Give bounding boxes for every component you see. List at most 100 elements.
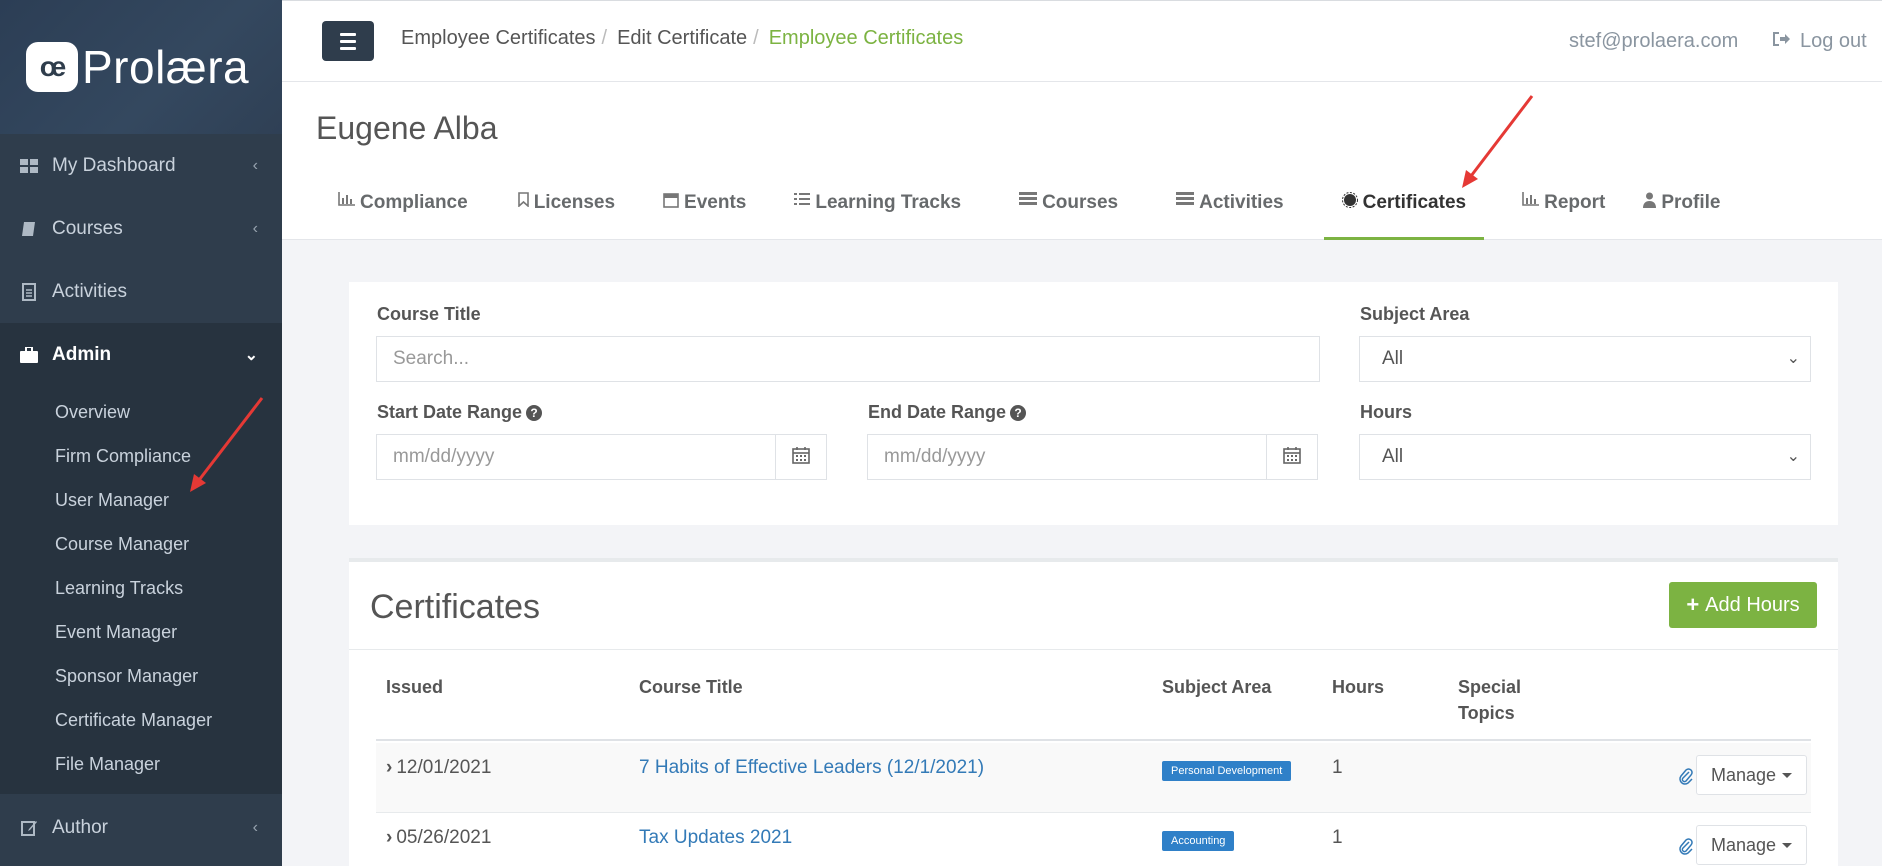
sidebar-item-activities[interactable]: Activities xyxy=(0,260,282,323)
start-date-input[interactable]: mm/dd/yyyy xyxy=(376,434,776,480)
tab-courses[interactable]: Courses xyxy=(979,189,1136,240)
sidebar-subitem-overview[interactable]: Overview xyxy=(0,390,282,434)
chevron-right-icon[interactable]: › xyxy=(386,827,392,848)
sidebar-subitem-course-manager[interactable]: Course Manager xyxy=(0,522,282,566)
sign-out-icon xyxy=(1772,30,1790,53)
end-date-calendar-button[interactable] xyxy=(1266,434,1318,480)
tab-label: Courses xyxy=(1042,192,1119,213)
sidebar-subitem-firm-compliance[interactable]: Firm Compliance xyxy=(0,434,282,478)
column-header-hours[interactable]: Hours xyxy=(1332,674,1384,700)
book-icon xyxy=(18,221,40,237)
tab-learning-tracks[interactable]: Learning Tracks xyxy=(764,189,979,240)
bar-chart-icon xyxy=(338,192,355,206)
chevron-left-icon: ‹ xyxy=(252,818,258,836)
issued-date: 05/26/2021 xyxy=(396,827,492,848)
help-icon[interactable]: ? xyxy=(1010,405,1027,421)
issued-date: 12/01/2021 xyxy=(396,757,492,778)
tab-label: Activities xyxy=(1199,192,1284,213)
start-date-label-text: Start Date Range xyxy=(377,402,523,422)
paperclip-icon[interactable] xyxy=(1679,837,1693,860)
sidebar-subitem-sponsor-manager[interactable]: Sponsor Manager xyxy=(0,654,282,698)
breadcrumb-current: Employee Certificates xyxy=(768,27,964,49)
tab-certificates[interactable]: Certificates xyxy=(1323,189,1485,240)
subject-area-value: All xyxy=(1382,348,1404,369)
sidebar-item-author[interactable]: Author ‹ xyxy=(0,796,282,859)
course-title-label: Course Title xyxy=(377,304,481,324)
sidebar-item-admin[interactable]: Admin ⌄ xyxy=(0,323,282,386)
add-hours-button[interactable]: + Add Hours xyxy=(1669,582,1817,628)
admin-subnav: Overview Firm Compliance User Manager Co… xyxy=(0,386,282,794)
plus-icon: + xyxy=(1686,592,1700,617)
subject-area-label: Subject Area xyxy=(1360,304,1470,324)
table-row[interactable]: › 12/01/2021 7 Habits of Effective Leader… xyxy=(376,743,1811,813)
end-date-input[interactable]: mm/dd/yyyy xyxy=(867,434,1267,480)
certificates-title: Certificates xyxy=(370,588,541,626)
sidebar-subitem-file-manager[interactable]: File Manager xyxy=(0,742,282,786)
employee-header: Eugene Alba Compliance Licenses Events L… xyxy=(282,82,1882,240)
chevron-right-icon[interactable]: › xyxy=(386,757,392,778)
certificate-icon xyxy=(1341,192,1358,208)
bar-chart-icon xyxy=(1522,192,1540,206)
tab-events[interactable]: Events xyxy=(633,189,764,240)
subject-area-badge: Accounting xyxy=(1162,831,1235,851)
course-title-link[interactable]: 7 Habits of Effective Leaders (12/1/2021… xyxy=(639,757,984,779)
calendar-icon xyxy=(1283,446,1301,469)
breadcrumb-separator: / xyxy=(601,27,608,49)
tab-label: Profile xyxy=(1661,192,1721,213)
breadcrumb-item[interactable]: Edit Certificate xyxy=(617,27,747,50)
subject-area-badge: Personal Development xyxy=(1162,761,1292,781)
logout-link[interactable]: Log out xyxy=(1772,30,1867,53)
bookmark-icon xyxy=(517,192,529,207)
tab-activities[interactable]: Activities xyxy=(1136,189,1301,240)
help-icon[interactable]: ? xyxy=(526,405,543,421)
brand-logo[interactable]: œ Prolæra xyxy=(0,0,282,134)
column-header-issued[interactable]: Issued xyxy=(386,674,443,700)
paperclip-icon[interactable] xyxy=(1679,767,1693,790)
dashboard-icon xyxy=(18,158,40,173)
sidebar-item-my-dashboard[interactable]: My Dashboard ‹ xyxy=(0,134,282,197)
end-date-label-text: End Date Range xyxy=(868,402,1007,422)
subject-area-select[interactable]: All ⌄ xyxy=(1359,336,1811,382)
issued-cell: › 12/01/2021 xyxy=(386,757,491,779)
chevron-left-icon: ‹ xyxy=(252,156,258,174)
stack-icon xyxy=(1019,192,1038,206)
column-header-subject-area[interactable]: Subject Area xyxy=(1162,674,1271,700)
tab-report[interactable]: Report xyxy=(1484,189,1623,240)
user-email: stef@prolaera.com xyxy=(1569,30,1739,52)
breadcrumb: Employee Certificates / Edit Certificate… xyxy=(401,27,963,50)
hours-cell: 1 xyxy=(1332,827,1343,848)
column-header-special-topics[interactable]: Special Topics xyxy=(1458,674,1528,726)
course-title-search-input[interactable]: Search... xyxy=(376,336,1320,382)
menu-toggle-button[interactable] xyxy=(322,21,374,61)
tab-profile[interactable]: Profile xyxy=(1623,189,1738,240)
hours-cell: 1 xyxy=(1332,757,1343,778)
tab-label: Certificates xyxy=(1362,192,1467,213)
employee-tabs: Compliance Licenses Events Learning Trac… xyxy=(320,189,1738,240)
tab-label: Licenses xyxy=(533,192,616,213)
start-date-calendar-button[interactable] xyxy=(775,434,827,480)
hours-select[interactable]: All ⌄ xyxy=(1359,434,1811,480)
tab-licenses[interactable]: Licenses xyxy=(486,189,633,240)
column-header-course-title[interactable]: Course Title xyxy=(639,674,743,700)
manage-dropdown-button[interactable]: Manage xyxy=(1696,755,1808,795)
panel-divider xyxy=(349,649,1838,650)
table-row[interactable]: › 05/26/2021 Tax Updates 2021 Accounting … xyxy=(376,813,1811,866)
manage-dropdown-button[interactable]: Manage xyxy=(1696,825,1808,865)
manage-label: Manage xyxy=(1711,764,1777,785)
sidebar-subitem-certificate-manager[interactable]: Certificate Manager xyxy=(0,698,282,742)
sidebar-subitem-learning-tracks[interactable]: Learning Tracks xyxy=(0,566,282,610)
hamburger-icon-line xyxy=(340,32,356,36)
sidebar-subitem-user-manager[interactable]: User Manager xyxy=(0,478,282,522)
list-icon xyxy=(794,192,811,206)
hamburger-icon-line xyxy=(340,39,356,43)
breadcrumb-separator: / xyxy=(753,27,759,49)
sidebar: œ Prolæra My Dashboard ‹ Courses ‹ Activ… xyxy=(0,0,282,866)
sidebar-subitem-event-manager[interactable]: Event Manager xyxy=(0,610,282,654)
breadcrumb-item[interactable]: Employee Certificates xyxy=(401,27,596,50)
tab-compliance[interactable]: Compliance xyxy=(320,189,486,240)
sidebar-item-courses[interactable]: Courses ‹ xyxy=(0,197,282,260)
top-bar: Employee Certificates / Edit Certificate… xyxy=(282,0,1882,82)
table-header: Issued Course Title Subject Area Hours S… xyxy=(376,674,1811,741)
course-title-link[interactable]: Tax Updates 2021 xyxy=(639,827,792,849)
document-icon xyxy=(18,282,40,301)
